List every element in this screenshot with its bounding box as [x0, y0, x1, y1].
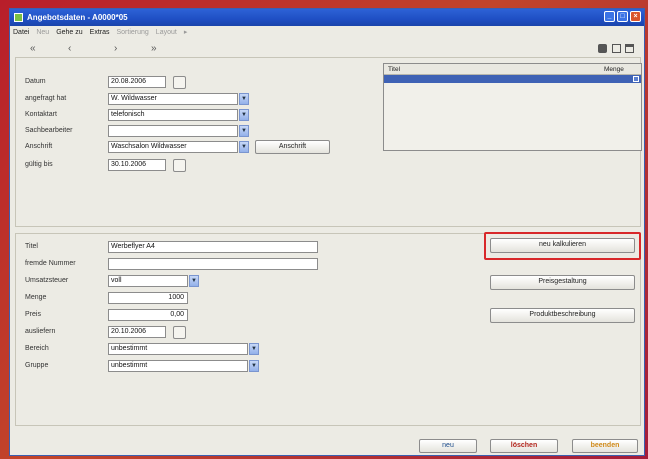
fremde-nummer-field[interactable] [108, 258, 318, 270]
first-record-icon[interactable]: « [30, 43, 36, 54]
menu-sortierung[interactable]: Sortierung [117, 29, 149, 36]
title-bar: Angebotsdaten - A0000*05 _ □ × [10, 9, 644, 26]
chevron-down-icon[interactable]: ▼ [239, 125, 249, 137]
anschrift-select[interactable]: Waschsalon Wildwasser [108, 141, 238, 153]
chevron-down-icon[interactable]: ▼ [239, 141, 249, 153]
column-header-titel[interactable]: Titel [388, 66, 400, 73]
calendar-icon[interactable] [173, 76, 186, 89]
application-window: Angebotsdaten - A0000*05 _ □ × Datei Neu… [9, 8, 645, 456]
gruppe-label: Gruppe [25, 362, 49, 369]
column-header-menge[interactable]: Menge [604, 66, 624, 73]
menu-bar: Datei Neu Gehe zu Extras Sortierung Layo… [10, 26, 644, 38]
row-checkbox[interactable] [633, 76, 639, 82]
record-navigation: « ‹ › » [10, 39, 644, 59]
titel-field[interactable]: Werbeflyer A4 [108, 241, 318, 253]
close-icon[interactable]: × [630, 11, 641, 22]
angefragt-field[interactable]: W. Wildwasser [108, 93, 238, 105]
ausliefern-label: ausliefern [25, 328, 56, 335]
window-icon[interactable] [625, 44, 634, 53]
umsatzsteuer-label: Umsatzsteuer [25, 277, 69, 284]
datum-label: Datum [25, 78, 46, 85]
umsatzsteuer-select[interactable]: voll [108, 275, 188, 287]
sachbearbeiter-label: Sachbearbeiter [25, 127, 73, 134]
print-icon[interactable] [598, 44, 607, 53]
prev-record-icon[interactable]: ‹ [68, 43, 71, 54]
chevron-down-icon[interactable]: ▼ [249, 360, 259, 372]
neu-kalkulieren-button[interactable]: neu kalkulieren [490, 238, 635, 253]
app-icon [14, 13, 23, 22]
bereich-select[interactable]: unbestimmt [108, 343, 248, 355]
table-row[interactable] [384, 75, 641, 83]
neu-button[interactable]: neu [419, 439, 477, 453]
gueltig-field[interactable]: 30.10.2006 [108, 159, 166, 171]
kontaktart-label: Kontaktart [25, 111, 57, 118]
sachbearbeiter-select[interactable] [108, 125, 238, 137]
calendar-icon[interactable] [173, 159, 186, 172]
anschrift-button[interactable]: Anschrift [255, 140, 330, 154]
menu-datei[interactable]: Datei [13, 29, 29, 36]
window-title: Angebotsdaten - A0000*05 [27, 13, 128, 22]
last-record-icon[interactable]: » [151, 43, 157, 54]
loeschen-button[interactable]: löschen [490, 439, 558, 453]
window-controls: _ □ × [604, 11, 641, 22]
positions-table[interactable]: Titel Menge [383, 63, 642, 151]
ausliefern-field[interactable]: 20.10.2006 [108, 326, 166, 338]
offer-header-panel: Datum 20.08.2006 angefragt hat W. Wildwa… [15, 57, 642, 227]
menge-field[interactable]: 1000 [108, 292, 188, 304]
gueltig-label: gültig bis [25, 161, 53, 168]
menge-label: Menge [25, 294, 47, 301]
calendar-icon[interactable] [173, 326, 186, 339]
titel-label: Titel [25, 243, 38, 250]
angefragt-label: angefragt hat [25, 95, 67, 102]
datum-field[interactable]: 20.08.2006 [108, 76, 166, 88]
preis-field[interactable]: 0,00 [108, 309, 188, 321]
next-record-icon[interactable]: › [114, 43, 117, 54]
fremde-nummer-label: fremde Nummer [25, 260, 76, 267]
table-header: Titel Menge [384, 64, 641, 75]
chevron-down-icon[interactable]: ▼ [239, 109, 249, 121]
minimize-icon[interactable]: _ [604, 11, 615, 22]
menu-layout[interactable]: Layout [156, 29, 177, 36]
anschrift-label: Anschrift [25, 143, 53, 150]
preisgestaltung-button[interactable]: Preisgestaltung [490, 275, 635, 290]
preis-label: Preis [25, 311, 41, 318]
chevron-down-icon[interactable]: ▼ [189, 275, 199, 287]
chevron-down-icon[interactable]: ▼ [249, 343, 259, 355]
menu-more-icon[interactable]: ▸ [184, 28, 188, 36]
position-detail-panel: Titel Werbeflyer A4 fremde Nummer Umsatz… [15, 232, 641, 426]
menu-gehe-zu[interactable]: Gehe zu [56, 29, 82, 36]
produktbeschreibung-button[interactable]: Produktbeschreibung [490, 308, 635, 323]
chevron-down-icon[interactable]: ▼ [239, 93, 249, 105]
copy-icon[interactable] [612, 44, 621, 53]
gruppe-select[interactable]: unbestimmt [108, 360, 248, 372]
kontaktart-select[interactable]: telefonisch [108, 109, 238, 121]
beenden-button[interactable]: beenden [572, 439, 638, 453]
menu-neu[interactable]: Neu [36, 29, 49, 36]
maximize-icon[interactable]: □ [617, 11, 628, 22]
menu-extras[interactable]: Extras [90, 29, 110, 36]
bereich-label: Bereich [25, 345, 49, 352]
